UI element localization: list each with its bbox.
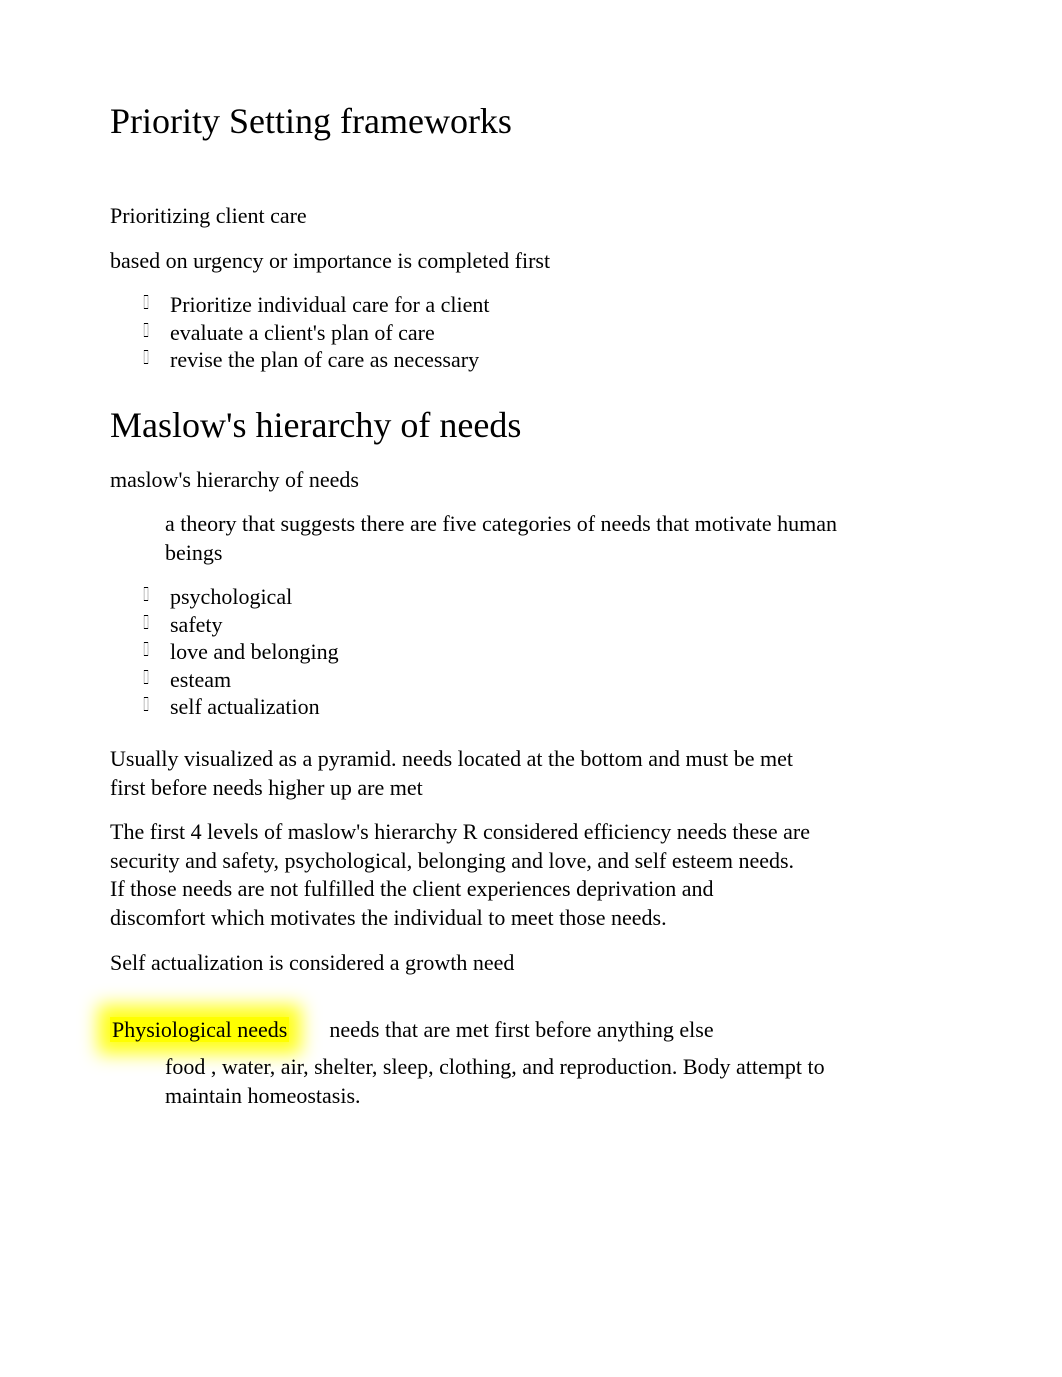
- highlight-label: Physiological needs: [110, 1017, 289, 1043]
- paragraph: The first 4 levels of maslow's hierarchy…: [110, 818, 810, 932]
- heading-priority-setting: Priority Setting frameworks: [110, 100, 952, 142]
- paragraph: Self actualization is considered a growt…: [110, 949, 810, 978]
- list-item: safety: [140, 611, 952, 639]
- heading-maslow: Maslow's hierarchy of needs: [110, 404, 952, 446]
- list-item: love and belonging: [140, 638, 952, 666]
- paragraph: based on urgency or importance is comple…: [110, 247, 810, 276]
- list-item: revise the plan of care as necessary: [140, 346, 952, 374]
- list-item: esteam: [140, 666, 952, 694]
- physiological-detail: food , water, air, shelter, sleep, cloth…: [165, 1053, 865, 1110]
- bullet-list: psychological safety love and belonging …: [110, 583, 952, 721]
- list-item: evaluate a client's plan of care: [140, 319, 952, 347]
- document-page: Priority Setting frameworks Prioritizing…: [0, 0, 1062, 1110]
- definition-text: a theory that suggests there are five ca…: [165, 510, 865, 567]
- paragraph: Prioritizing client care: [110, 202, 810, 231]
- paragraph: Usually visualized as a pyramid. needs l…: [110, 745, 810, 802]
- list-item: self actualization: [140, 693, 952, 721]
- list-item: psychological: [140, 583, 952, 611]
- highlighted-text: Physiological needs: [110, 1017, 289, 1042]
- physiological-desc: needs that are met first before anything…: [329, 1017, 713, 1043]
- paragraph: maslow's hierarchy of needs: [110, 466, 810, 495]
- bullet-list: Prioritize individual care for a client …: [110, 291, 952, 374]
- list-item: Prioritize individual care for a client: [140, 291, 952, 319]
- physiological-row: Physiological needs needs that are met f…: [110, 1017, 810, 1043]
